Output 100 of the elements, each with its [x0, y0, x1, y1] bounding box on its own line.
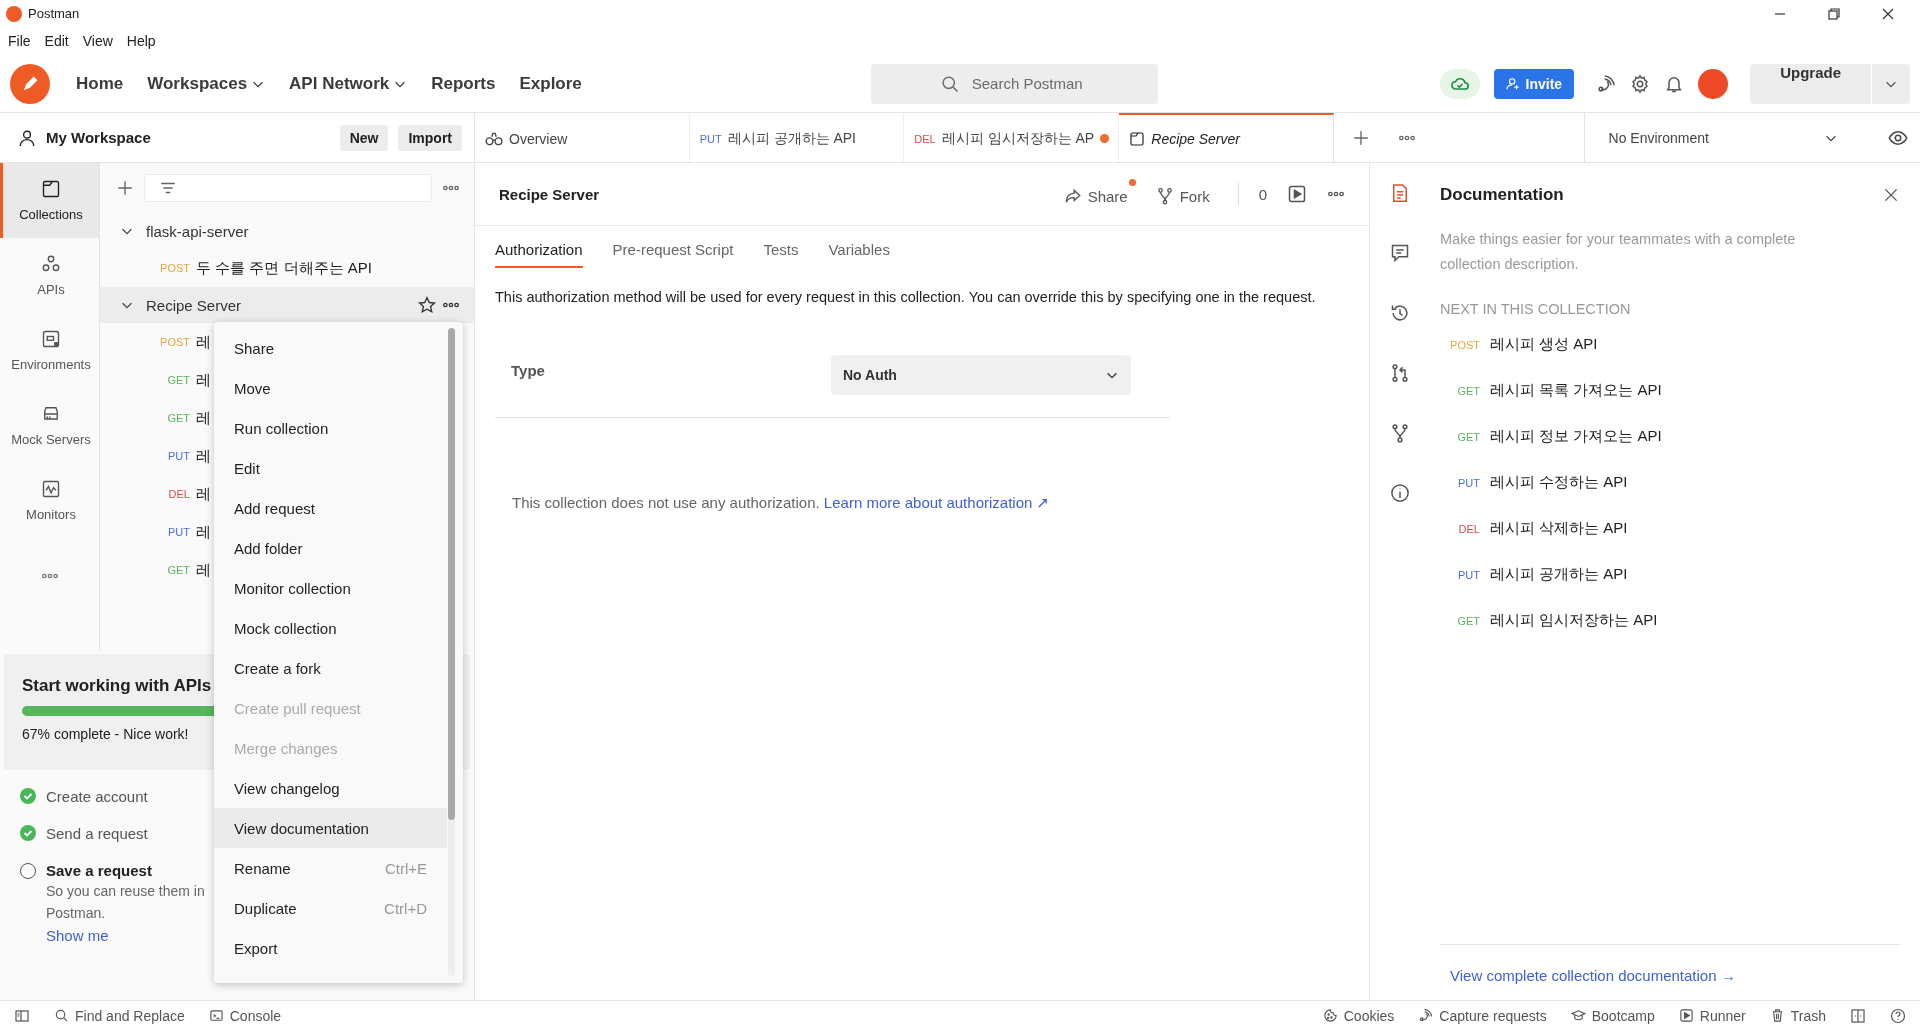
tab[interactable]: Overview [475, 113, 690, 162]
workspace-button[interactable]: Import [398, 124, 462, 151]
sidebar-nav-item[interactable]: Mock Servers [0, 388, 99, 463]
comment-icon[interactable] [1390, 243, 1410, 263]
method-label: GET [166, 564, 190, 576]
add-icon[interactable] [116, 179, 134, 197]
app-logo [6, 5, 22, 22]
nav-link[interactable]: Workspaces [139, 65, 274, 102]
folder-icon [1129, 130, 1146, 147]
documentation-link[interactable]: View complete collection documentation → [1450, 967, 1736, 984]
request-row[interactable]: POST 두 수를 주면 더해주는 API [100, 249, 474, 287]
share-arrow-icon [1063, 187, 1082, 205]
fork-icon [1155, 187, 1174, 205]
menu-item[interactable]: View documentation [214, 808, 447, 848]
add-tab-icon[interactable] [1351, 128, 1370, 147]
request-link[interactable]: GET 레시피 정보 가져오는 API [1440, 427, 1900, 446]
document-icon[interactable] [1390, 183, 1410, 203]
satellite-icon[interactable] [1596, 73, 1617, 94]
nav-link[interactable]: Reports [423, 65, 504, 102]
nav-link[interactable]: API Network [281, 65, 416, 102]
menu-item[interactable]: Move [214, 368, 447, 408]
learn-more-link[interactable]: Learn more about authorization ↗ [823, 494, 1050, 511]
fork-icon[interactable] [1390, 423, 1410, 443]
environment-select[interactable]: No Environment [1583, 113, 1920, 162]
scrollbar[interactable] [448, 328, 455, 976]
menu-item[interactable]: View [82, 33, 113, 49]
tab[interactable]: Pre-request Script [612, 241, 734, 268]
search-input[interactable]: Search Postman [969, 74, 1090, 93]
status-bar-item[interactable]: Bootcamp [1570, 1007, 1655, 1024]
pull-request-icon[interactable] [1390, 363, 1410, 383]
tab[interactable]: Variables [828, 241, 890, 268]
show-me-link[interactable]: Show me [46, 927, 109, 944]
tab[interactable]: PUT 레시피 공개하는 API [689, 113, 905, 162]
request-link[interactable]: PUT 레시피 수정하는 API [1440, 473, 1900, 492]
avatar[interactable] [1698, 68, 1729, 99]
two-pane-icon[interactable] [1850, 1007, 1866, 1024]
menu-item[interactable]: Mock collection [214, 608, 447, 648]
sidebar-nav-item[interactable]: Collections [0, 163, 99, 238]
info-icon[interactable] [1390, 483, 1410, 503]
star-icon[interactable] [418, 296, 436, 314]
request-link[interactable]: GET 레시피 목록 가져오는 API [1440, 381, 1900, 400]
status-bar-item[interactable]: Trash [1769, 1007, 1826, 1024]
menu-item[interactable]: Create a fork [214, 648, 447, 688]
request-name: 레 [196, 446, 211, 466]
settings-icon[interactable] [1630, 73, 1651, 94]
filter-field[interactable] [144, 174, 432, 202]
menu-item[interactable]: File [8, 33, 31, 49]
request-link[interactable]: GET 레시피 임시저장하는 API [1440, 611, 1900, 630]
nav-link[interactable]: Explore [511, 65, 590, 102]
tab[interactable]: Recipe Server [1119, 113, 1334, 162]
fork-button[interactable]: Fork [1155, 179, 1218, 209]
menu-item[interactable]: Export [214, 928, 447, 968]
status-bar-item[interactable]: Capture requests [1418, 1007, 1547, 1024]
method-label: GET [166, 412, 190, 424]
status-bar-item[interactable]: Cookies [1322, 1007, 1395, 1024]
collection-row[interactable]: Recipe Server [100, 287, 474, 323]
restore-icon[interactable] [1826, 5, 1842, 22]
menu-item[interactable]: Edit [44, 33, 69, 49]
collection-row[interactable]: flask-api-server [100, 213, 474, 249]
request-link[interactable]: POST 레시피 생성 API [1440, 335, 1900, 354]
menu-item[interactable]: Run collection [214, 408, 447, 448]
status-bar-item[interactable]: Runner [1678, 1007, 1746, 1024]
status-bar-item[interactable]: Find and Replace [54, 1007, 185, 1024]
request-name: 레 [196, 370, 211, 390]
status-bar-item[interactable]: Console [208, 1007, 282, 1024]
sidebar-nav-item[interactable]: APIs [0, 238, 99, 313]
panel-title: Documentation [1440, 185, 1564, 205]
invite-button[interactable]: Invite [1493, 68, 1575, 99]
sidebar-nav-item[interactable]: Environments [0, 313, 99, 388]
request-name: 레 [196, 560, 211, 580]
request-link[interactable]: DEL 레시피 삭제하는 API [1440, 519, 1900, 538]
share-button[interactable]: Share [1063, 179, 1136, 209]
search-icon [939, 73, 960, 94]
close-icon[interactable] [1882, 186, 1900, 204]
menu-item[interactable]: Add folder [214, 528, 447, 568]
search-field[interactable]: Search Postman [871, 63, 1159, 104]
menu-item[interactable]: Help [126, 33, 156, 49]
menu-item[interactable]: Share [214, 328, 447, 368]
menu-item[interactable]: Add request [214, 488, 447, 528]
menu-item[interactable]: Monitor collection [214, 568, 447, 608]
workspace-button[interactable]: New [339, 124, 389, 151]
request-link[interactable]: PUT 레시피 공개하는 API [1440, 565, 1900, 584]
sidebar-toggle-icon[interactable] [14, 1007, 30, 1024]
run-icon[interactable] [1287, 184, 1307, 204]
sync-status-icon[interactable] [1439, 68, 1480, 99]
sidebar-nav-item[interactable]: Monitors [0, 463, 99, 538]
menu-item[interactable]: View changelog [214, 768, 447, 808]
menu-item[interactable]: Rename Ctrl+E [214, 848, 447, 888]
step-description: Postman. [46, 904, 107, 923]
help-icon[interactable] [1890, 1007, 1906, 1024]
graduation-cap-icon [1570, 1008, 1586, 1023]
auth-type-select[interactable]: No Auth [831, 355, 1131, 395]
history-icon[interactable] [1390, 303, 1410, 323]
menu-item[interactable]: Duplicate Ctrl+D [214, 888, 447, 928]
tab[interactable]: Tests [763, 241, 799, 268]
method-label: POST [159, 336, 190, 348]
tab[interactable]: Authorization [495, 241, 583, 268]
nav-link[interactable]: Home [68, 65, 132, 102]
app-logo[interactable] [10, 63, 50, 104]
menu-item[interactable]: Edit [214, 448, 447, 488]
